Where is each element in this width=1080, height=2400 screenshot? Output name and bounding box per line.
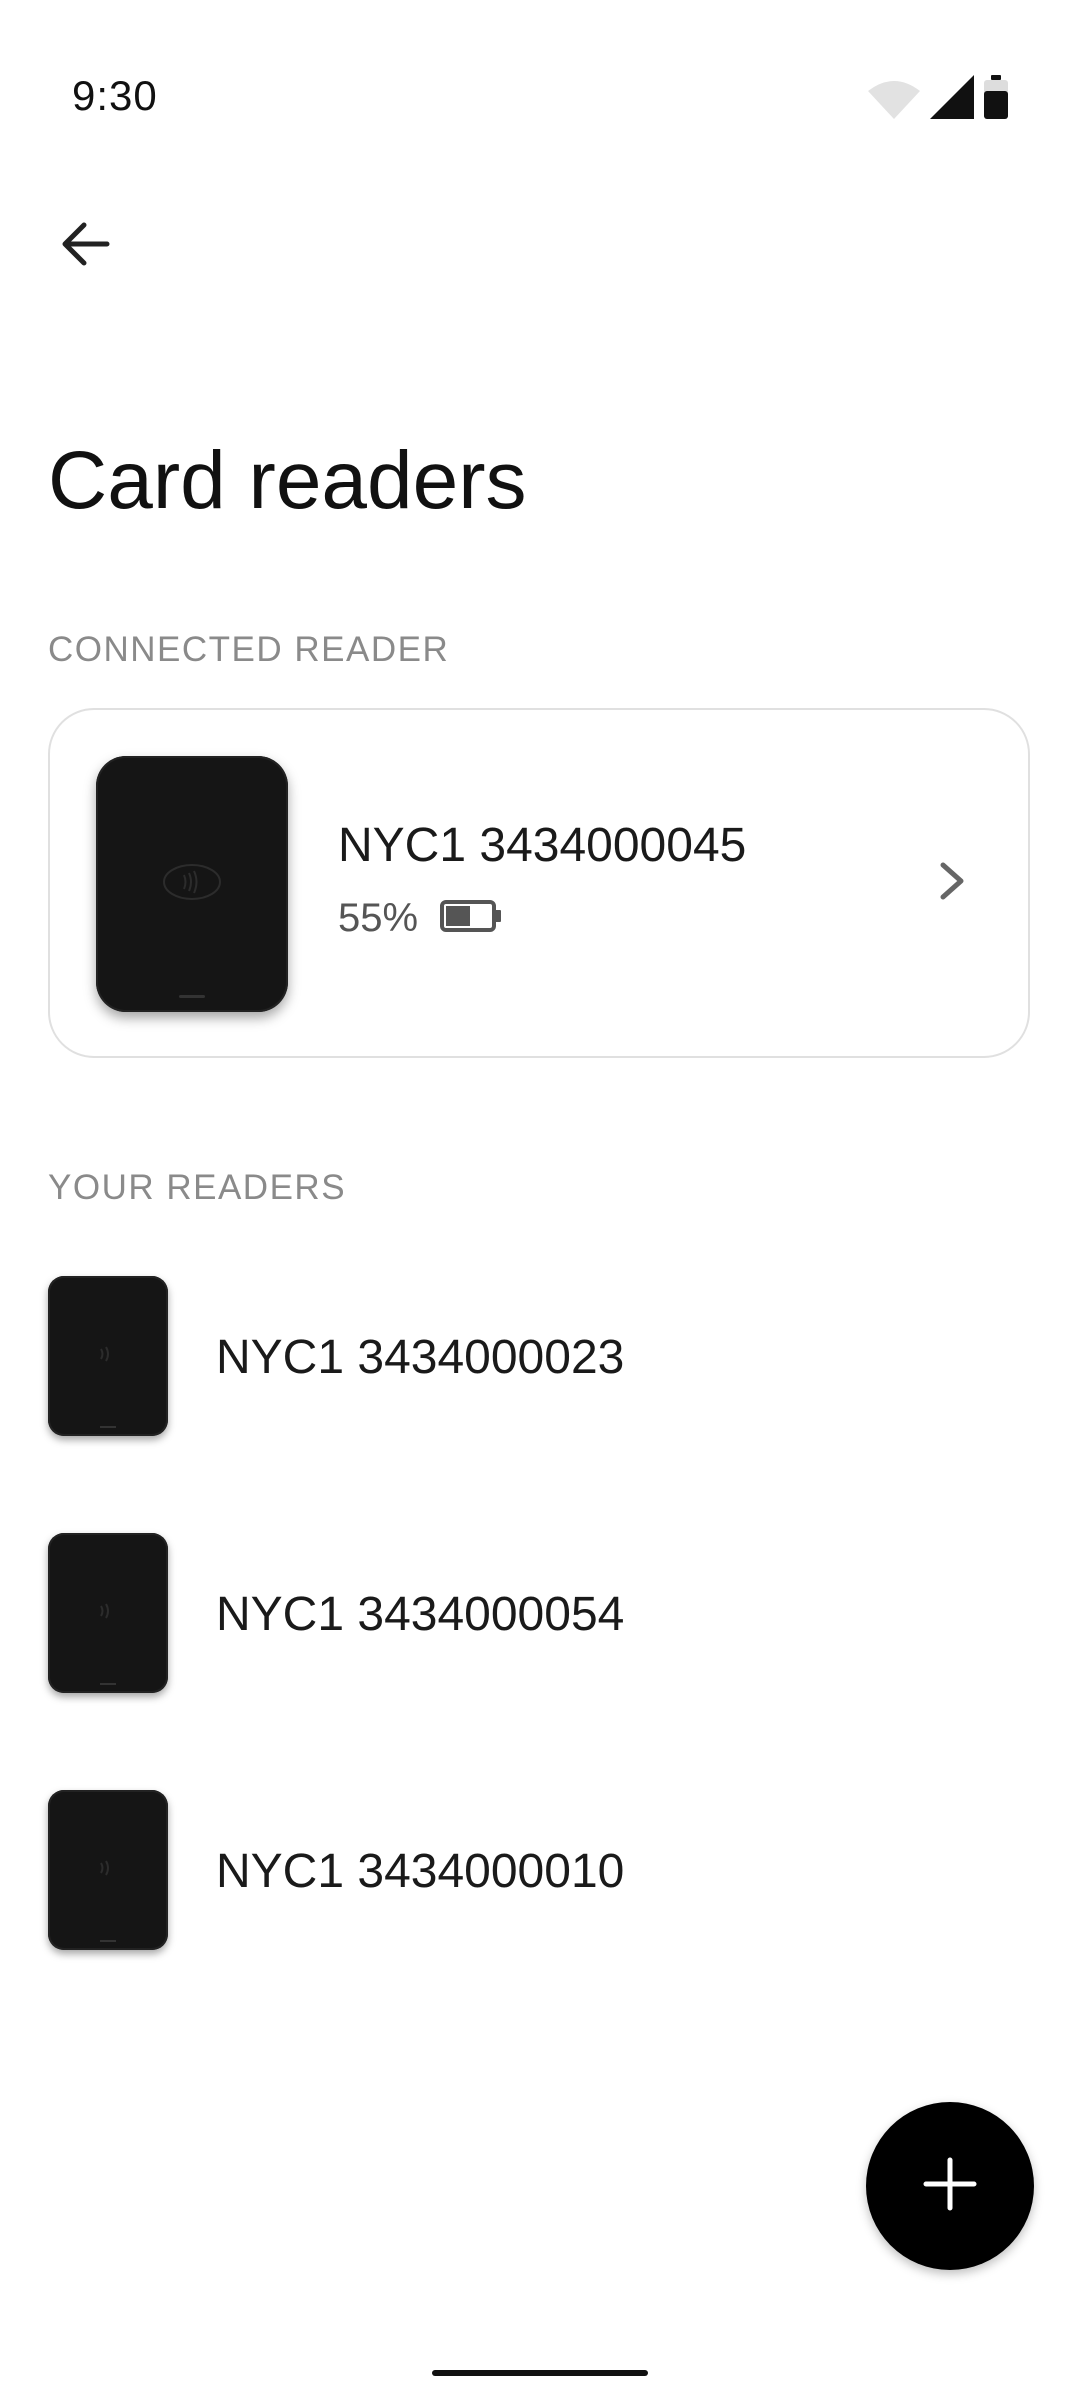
device-notch bbox=[100, 1683, 116, 1685]
contactless-icon bbox=[91, 1857, 125, 1884]
contactless-icon bbox=[162, 862, 222, 907]
back-button[interactable] bbox=[44, 206, 124, 286]
connected-reader-label: CONNECTED READER bbox=[48, 630, 450, 669]
wifi-icon bbox=[868, 79, 920, 124]
connected-reader-card[interactable]: NYC1 3434000045 55% bbox=[48, 708, 1030, 1058]
battery-status: 55% bbox=[338, 898, 502, 938]
reader-name: NYC1 3434000054 bbox=[216, 1588, 625, 1641]
reader-name: NYC1 3434000010 bbox=[216, 1845, 625, 1898]
device-notch bbox=[100, 1940, 116, 1942]
battery-icon bbox=[984, 75, 1008, 124]
reader-list-item[interactable]: NYC1 3434000023 bbox=[0, 1258, 1080, 1438]
battery-percentage: 55% bbox=[338, 896, 419, 940]
status-bar: 9:30 bbox=[0, 0, 1080, 190]
plus-icon bbox=[922, 2156, 978, 2217]
status-time: 9:30 bbox=[72, 72, 158, 119]
card-reader-image bbox=[96, 756, 288, 1012]
device-notch bbox=[100, 1426, 116, 1428]
reader-battery-icon bbox=[440, 899, 502, 937]
contactless-icon bbox=[91, 1600, 125, 1627]
card-reader-image bbox=[48, 1533, 168, 1693]
page-title: Card readers bbox=[48, 435, 527, 526]
cellular-signal-icon bbox=[930, 75, 974, 124]
card-reader-image bbox=[48, 1276, 168, 1436]
device-notch bbox=[179, 995, 205, 998]
connected-reader-name: NYC1 3434000045 bbox=[338, 819, 747, 872]
arrow-left-icon bbox=[57, 217, 111, 276]
reader-name: NYC1 3434000023 bbox=[216, 1331, 625, 1384]
reader-list-item[interactable]: NYC1 3434000010 bbox=[0, 1772, 1080, 1952]
chevron-right-icon bbox=[922, 851, 982, 911]
home-indicator[interactable] bbox=[432, 2370, 648, 2376]
status-icons bbox=[868, 75, 1008, 124]
your-readers-label: YOUR READERS bbox=[48, 1168, 347, 1207]
reader-list-item[interactable]: NYC1 3434000054 bbox=[0, 1515, 1080, 1695]
add-reader-button[interactable] bbox=[866, 2102, 1034, 2270]
card-reader-image bbox=[48, 1790, 168, 1950]
contactless-icon bbox=[91, 1343, 125, 1370]
